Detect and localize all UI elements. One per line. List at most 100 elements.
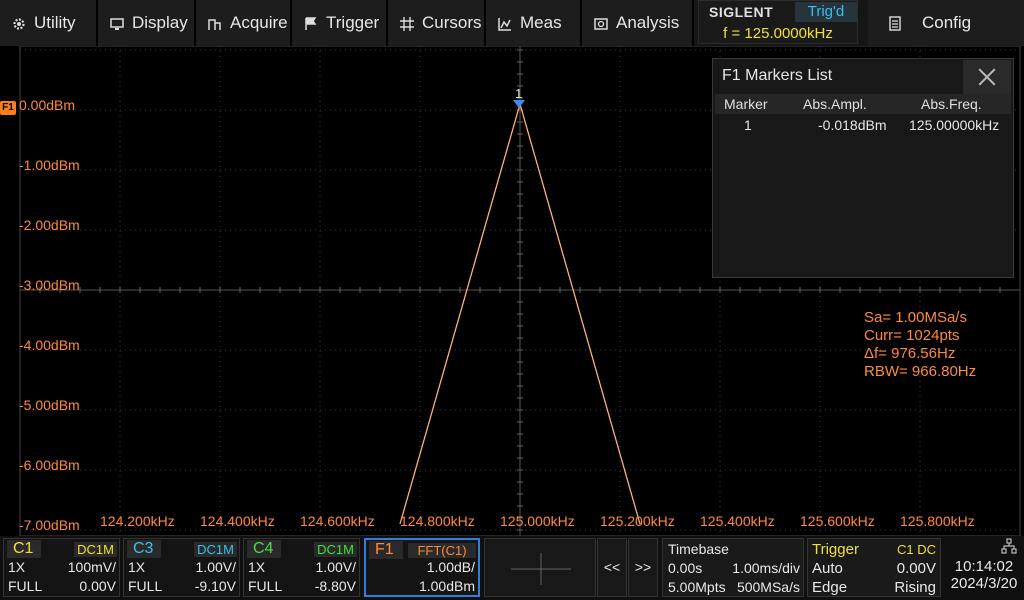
math-source: FFT(C1) — [408, 543, 476, 558]
monitor-icon — [110, 16, 124, 30]
channel-bandwidth: FULL — [8, 578, 43, 594]
channel-bar: C1 DC1M 1X 100mV/ FULL 0.00V C3 DC1M 1X 1.0… — [0, 536, 1024, 600]
channel-c4[interactable]: C4 DC1M 1X 1.00V/ FULL -8.80V — [243, 538, 360, 597]
clock-time: 10:14:02 — [954, 558, 1014, 575]
x-tick-label: 125.400kHz — [700, 513, 775, 529]
column-header: Abs.Ampl. — [803, 96, 867, 112]
y-tick-label: -3.00dBm — [19, 277, 80, 293]
crosshair-icon — [400, 16, 414, 31]
plus-icon — [511, 553, 571, 585]
x-tick-label: 125.800kHz — [900, 513, 975, 529]
memory-depth: 5.00Mpts — [668, 579, 726, 595]
analysis-icon — [594, 16, 608, 30]
menu-acquire[interactable]: Acquire — [196, 0, 292, 46]
channel-name: C1 — [7, 540, 41, 558]
x-tick-label: 125.000kHz — [500, 513, 575, 529]
channel-probe: 1X — [8, 559, 26, 575]
acquire-icon — [208, 16, 222, 30]
channel-scale: 1.00V/ — [315, 559, 356, 575]
prev-page-button[interactable]: << — [597, 538, 627, 597]
current-points: Curr= 1024pts — [864, 327, 960, 344]
menu-trigger[interactable]: Trigger — [292, 0, 388, 46]
channel-offset: 0.00V — [79, 578, 116, 594]
channel-c1[interactable]: C1 DC1M 1X 100mV/ FULL 0.00V — [3, 538, 120, 597]
frequency-resolution: Δf= 976.56Hz — [864, 345, 956, 362]
trigger-slope: Rising — [894, 579, 936, 596]
channel-name: C4 — [247, 540, 281, 558]
math-scale: 1.00dB/ — [426, 559, 475, 575]
channel-scale: 1.00V/ — [195, 559, 236, 575]
timebase-title: Timebase — [668, 541, 729, 557]
menu-utility-label: Utility — [34, 13, 76, 32]
menu-analysis[interactable]: Analysis — [582, 0, 694, 46]
table-row[interactable]: 1 -0.018dBm 125.00000kHz — [715, 115, 1011, 135]
column-header: Marker — [724, 96, 768, 112]
f1-reference-tag[interactable]: F1 — [0, 101, 16, 115]
channel-coupling: DC1M — [194, 542, 237, 557]
clock-date: 2024/3/20 — [950, 575, 1018, 592]
menu-config[interactable]: Config — [868, 0, 1024, 46]
brand-logo: SIGLENT — [709, 4, 774, 20]
menu-display[interactable]: Display — [98, 0, 196, 46]
x-tick-label: 125.200kHz — [600, 513, 675, 529]
trigger-level: 0.00V — [896, 560, 936, 577]
x-tick-label: 125.600kHz — [800, 513, 875, 529]
marker-frequency: 125.00000kHz — [909, 117, 1000, 133]
resolution-bandwidth: RBW= 966.80Hz — [864, 363, 977, 380]
marker-triangle-icon[interactable] — [513, 100, 525, 108]
y-tick-label: -1.00dBm — [19, 157, 80, 173]
menu-meas-label: Meas — [520, 13, 562, 32]
math-reference: 1.00dBm — [418, 578, 475, 594]
timebase-panel[interactable]: Timebase 0.00s 1.00ms/div 5.00Mpts 500MS… — [662, 538, 804, 597]
trigger-mode: Auto — [812, 560, 843, 577]
x-tick-label: 124.600kHz — [300, 513, 375, 529]
marker-id: 1 — [744, 117, 752, 133]
y-tick-label: 0.00dBm — [19, 97, 76, 113]
trigger-source: C1 DC — [896, 542, 936, 557]
trigger-title: Trigger — [812, 541, 859, 558]
markers-list-panel: F1 Markers List Marker Abs.Ampl. Abs.Fre… — [712, 58, 1014, 278]
channel-name: C3 — [127, 540, 161, 558]
y-tick-label: -6.00dBm — [19, 457, 80, 473]
menu-analysis-label: Analysis — [616, 13, 680, 32]
measure-icon — [498, 16, 512, 31]
trigger-status: Trig'd — [795, 2, 857, 22]
channel-f1[interactable]: F1 FFT(C1) 1.00dB/ 1.00dBm — [364, 538, 480, 597]
status-panel: SIGLENT Trig'd f = 125.0000kHz — [698, 0, 858, 44]
markers-list-title: F1 Markers List — [722, 67, 833, 84]
sample-rate: Sa= 1.00MSa/s — [864, 309, 967, 326]
trigger-type: Edge — [812, 579, 848, 596]
close-icon[interactable] — [963, 60, 1011, 94]
menu-acquire-label: Acquire — [230, 13, 288, 32]
channel-probe: 1X — [128, 559, 146, 575]
clock-panel[interactable]: 10:14:02 2024/3/20 — [944, 538, 1024, 597]
marker-amplitude: -0.018dBm — [818, 117, 887, 133]
waveform-display[interactable]: F1 0.00dBm -1.00dBm -2.00dBm -3.00dBm -4… — [0, 46, 1024, 536]
trigger-panel[interactable]: Trigger C1 DC Auto 0.00V Edge Rising — [807, 538, 941, 597]
channel-coupling: DC1M — [314, 542, 357, 557]
channel-name: F1 — [369, 541, 403, 559]
fft-info: Sa= 1.00MSa/s Curr= 1024pts Δf= 976.56Hz… — [864, 309, 976, 381]
y-tick-label: -2.00dBm — [19, 217, 80, 233]
flag-icon — [304, 16, 318, 30]
marker-number: 1 — [515, 86, 523, 101]
menu-meas[interactable]: Meas — [486, 0, 582, 46]
network-icon — [944, 538, 1024, 558]
menu-cursors[interactable]: Cursors — [388, 0, 486, 46]
y-tick-label: -5.00dBm — [19, 397, 80, 413]
gear-icon — [12, 16, 26, 30]
menu-utility[interactable]: Utility — [0, 0, 98, 46]
menu-config-label: Config — [922, 13, 972, 32]
channel-c3[interactable]: C3 DC1M 1X 1.00V/ FULL -9.10V — [123, 538, 240, 597]
channel-coupling: DC1M — [74, 542, 117, 557]
timebase-delay: 0.00s — [668, 560, 703, 576]
top-menu-bar: Utility Display Acquire Trigger Cursors … — [0, 0, 1024, 46]
x-tick-label: 124.400kHz — [200, 513, 275, 529]
channel-bandwidth: FULL — [248, 578, 283, 594]
next-page-button[interactable]: >> — [628, 538, 658, 597]
x-tick-label: 124.800kHz — [400, 513, 475, 529]
add-channel-button[interactable] — [484, 538, 596, 597]
menu-trigger-label: Trigger — [326, 13, 380, 32]
channel-offset: -8.80V — [314, 578, 356, 594]
timebase-scale: 1.00ms/div — [732, 560, 800, 576]
